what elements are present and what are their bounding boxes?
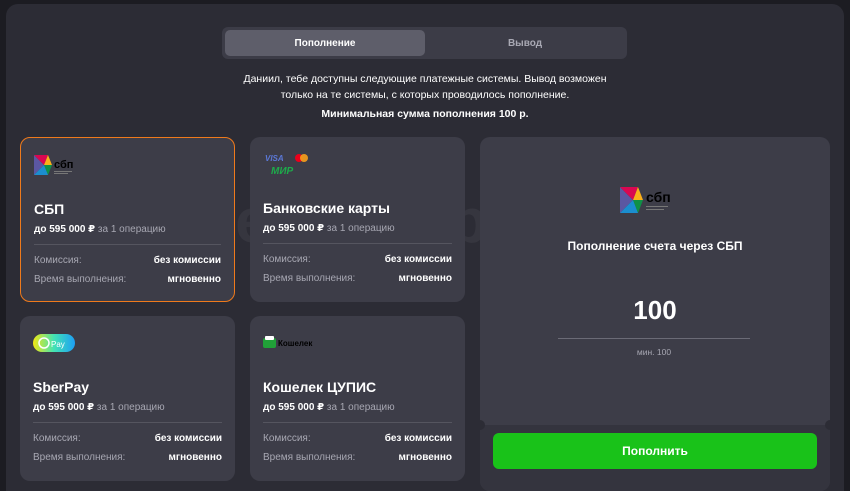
visa-mastercard-mir-logo-icon: VISA МИР	[263, 151, 313, 177]
svg-text:сбп: сбп	[54, 159, 73, 171]
svg-text:VISA: VISA	[265, 154, 284, 163]
commission-row: Комиссия: без комиссии	[263, 254, 452, 265]
payment-panel: Букмекеры.ру Пополнение Вывод Даниил, те…	[6, 4, 844, 491]
deposit-submit-button[interactable]: Пополнить	[493, 433, 817, 469]
divider	[34, 244, 221, 245]
tab-withdraw[interactable]: Вывод	[425, 30, 625, 56]
divider	[33, 422, 222, 423]
deposit-form: сбп Пополнение счета через СБП 100 мин. …	[480, 137, 830, 491]
method-limit: до 595 000 ₽ за 1 операцию	[33, 402, 165, 413]
svg-text:Pay: Pay	[51, 340, 65, 349]
time-row: Время выполнения: мгновенно	[34, 274, 221, 285]
time-row: Время выполнения: мгновенно	[33, 452, 222, 463]
amount-underline	[558, 338, 750, 339]
divider	[263, 243, 452, 244]
method-name: SberPay	[33, 379, 90, 395]
ticket-notch	[825, 420, 830, 430]
method-card-bank-cards[interactable]: VISA МИР Банковские карты до 595 000 ₽ з…	[250, 137, 465, 302]
tab-deposit[interactable]: Пополнение	[225, 30, 425, 56]
cupis-wallet-logo-icon: Кошелек	[263, 334, 319, 360]
info-text-line-2: только на те системы, с которых проводил…	[280, 89, 570, 101]
info-text-line-1: Даниил, тебе доступны следующие платежны…	[243, 73, 607, 85]
commission-row: Комиссия: без комиссии	[263, 433, 452, 444]
method-limit: до 595 000 ₽ за 1 операцию	[263, 402, 395, 413]
commission-row: Комиссия: без комиссии	[33, 433, 222, 444]
method-name: СБП	[34, 201, 65, 217]
svg-text:МИР: МИР	[271, 166, 294, 177]
time-row: Время выполнения: мгновенно	[263, 273, 452, 284]
method-card-cupis-wallet[interactable]: Кошелек Кошелек ЦУПИС до 595 000 ₽ за 1 …	[250, 316, 465, 481]
min-deposit-text: Минимальная сумма пополнения 100 р.	[321, 108, 529, 120]
method-limit: до 595 000 ₽ за 1 операцию	[34, 224, 166, 235]
svg-text:Кошелек: Кошелек	[278, 339, 313, 348]
method-limit: до 595 000 ₽ за 1 операцию	[263, 223, 395, 234]
sbp-logo-icon: сбп	[620, 183, 690, 222]
deposit-title: Пополнение счета через СБП	[567, 239, 743, 253]
method-name: Кошелек ЦУПИС	[263, 379, 377, 395]
method-name: Банковские карты	[263, 200, 390, 216]
svg-text:сбп: сбп	[646, 189, 671, 205]
amount-min-hint: мин. 100	[636, 347, 672, 357]
method-card-sberpay[interactable]: Pay SberPay до 595 000 ₽ за 1 операцию К…	[20, 316, 235, 481]
sberpay-logo-icon: Pay	[33, 332, 75, 358]
method-card-sbp[interactable]: сбп СБП до 595 000 ₽ за 1 операцию Комис…	[20, 137, 235, 302]
sbp-logo-icon: сбп	[34, 152, 94, 178]
divider	[263, 422, 452, 423]
amount-input[interactable]: 100	[558, 295, 752, 326]
commission-row: Комиссия: без комиссии	[34, 255, 221, 266]
time-row: Время выполнения: мгновенно	[263, 452, 452, 463]
tab-bar: Пополнение Вывод	[222, 27, 627, 59]
